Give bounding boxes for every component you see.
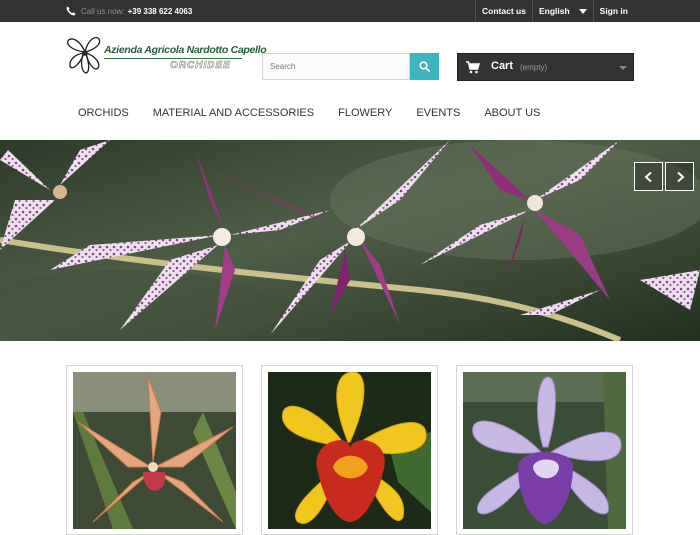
contact-us-link[interactable]: Contact us (475, 0, 532, 22)
logo-divider (104, 58, 242, 59)
language-label: English (538, 6, 570, 16)
menu-item-events[interactable]: EVENTS (404, 100, 472, 126)
cart-label: Cart (491, 60, 514, 72)
product-card-2[interactable] (261, 365, 438, 535)
site-logo[interactable]: Azienda Agricola Nardotto Capello ORCHID… (66, 32, 267, 78)
orchid-logo-icon (67, 36, 101, 74)
search-input[interactable] (262, 53, 410, 80)
search-button[interactable] (410, 53, 439, 80)
chevron-right-icon (676, 171, 684, 182)
caret-down-icon (578, 8, 587, 14)
phone-icon (66, 6, 76, 16)
orange-orchid-image (73, 372, 236, 529)
language-selector[interactable]: English (531, 0, 593, 22)
search-box (262, 53, 439, 80)
main-menu: ORCHIDS MATERIAL AND ACCESSORIES FLOWERY… (66, 100, 552, 126)
cart-status: (empty) (520, 63, 548, 72)
chevron-left-icon (644, 171, 652, 182)
menu-item-material-and-accessories[interactable]: MATERIAL AND ACCESSORIES (141, 100, 326, 126)
featured-products (0, 341, 700, 535)
call-us: Call us now: +39 338 622 4063 (66, 0, 192, 22)
call-label: Call us now: (81, 6, 125, 16)
purple-orchid-image (463, 372, 626, 529)
brand-tagline: ORCHIDEE (170, 60, 231, 72)
product-card-3[interactable] (456, 365, 633, 535)
brand-name: Azienda Agricola Nardotto Capello (104, 44, 267, 56)
sign-in-label: Sign in (599, 6, 628, 16)
slider-next-button[interactable] (665, 162, 694, 191)
slider-controls (632, 162, 694, 191)
cart-button[interactable]: Cart (empty) (457, 53, 634, 81)
search-icon (419, 61, 430, 72)
hero-slider (0, 140, 700, 341)
spotted-orchids-banner-image (0, 140, 700, 341)
top-bar: Call us now: +39 338 622 4063 Contact us… (0, 0, 700, 22)
caret-down-icon (619, 66, 627, 70)
menu-item-flowery[interactable]: FLOWERY (326, 100, 404, 126)
product-card-1[interactable] (66, 365, 243, 535)
yellow-orchid-image (268, 372, 431, 529)
contact-us-label: Contact us (482, 6, 526, 16)
menu-item-orchids[interactable]: ORCHIDS (66, 100, 141, 126)
sign-in-link[interactable]: Sign in (592, 0, 634, 22)
shopping-cart-icon (466, 61, 480, 74)
menu-item-about-us[interactable]: ABOUT US (472, 100, 552, 126)
phone-number: +39 338 622 4063 (127, 6, 193, 16)
slider-prev-button[interactable] (634, 162, 663, 191)
header: Azienda Agricola Nardotto Capello ORCHID… (0, 22, 700, 140)
